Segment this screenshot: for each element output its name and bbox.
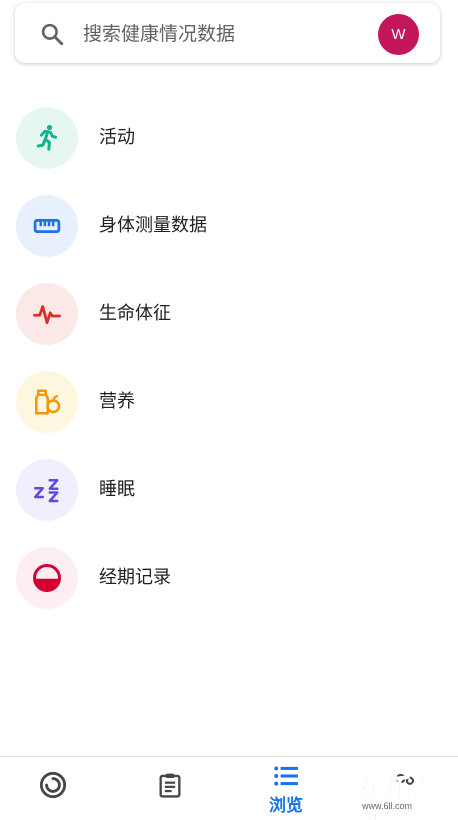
search-bar[interactable]: 搜索健康情况数据 W [15, 3, 440, 63]
running-person-icon [36, 124, 58, 151]
nav-browse-label: 浏览 [269, 796, 303, 816]
account-avatar[interactable]: W [378, 14, 419, 55]
home-ring-icon [39, 771, 67, 799]
activity-icon-circle [16, 107, 78, 169]
cycle-tracking-icon-circle [16, 547, 78, 609]
category-label: 生命体征 [99, 303, 171, 324]
category-body-measurements[interactable]: 身体测量数据 [0, 183, 458, 271]
watermark-logo: 乐乐游戏 www.6ll.com [344, 769, 458, 820]
nav-journal[interactable] [114, 757, 228, 820]
nutrition-bottle-apple-icon [35, 389, 61, 415]
journal-clipboard-icon [159, 773, 181, 798]
sleep-icon-circle [16, 459, 78, 521]
bottom-navigation: 浏览 乐乐游戏 www.6ll.com [0, 756, 458, 820]
watermark-url: www.6ll.com [362, 801, 413, 811]
nutrition-icon-circle [16, 371, 78, 433]
category-label: 经期记录 [99, 567, 171, 588]
category-sleep[interactable]: 睡眠 [0, 447, 458, 535]
sleep-zzz-icon [34, 479, 59, 503]
cycle-tracking-icon [33, 564, 61, 592]
category-label: 身体测量数据 [99, 215, 207, 236]
category-vitals[interactable]: 生命体征 [0, 271, 458, 359]
category-nutrition[interactable]: 营养 [0, 359, 458, 447]
browse-list-icon [274, 766, 298, 786]
nav-browse[interactable]: 浏览 [229, 757, 343, 820]
search-icon [41, 23, 64, 46]
category-label: 营养 [99, 391, 135, 412]
search-placeholder[interactable]: 搜索健康情况数据 [83, 21, 235, 47]
ruler-icon [33, 219, 61, 233]
category-activity[interactable]: 活动 [0, 95, 458, 183]
nav-home[interactable] [0, 757, 114, 820]
category-label: 活动 [99, 127, 135, 148]
watermark-title: 乐乐游戏 [360, 775, 439, 820]
category-cycle-tracking[interactable]: 经期记录 [0, 535, 458, 623]
vitals-icon-circle [16, 283, 78, 345]
heart-rate-icon [33, 305, 61, 325]
category-label: 睡眠 [99, 479, 135, 500]
body-measurements-icon-circle [16, 195, 78, 257]
avatar-letter: W [391, 26, 406, 43]
